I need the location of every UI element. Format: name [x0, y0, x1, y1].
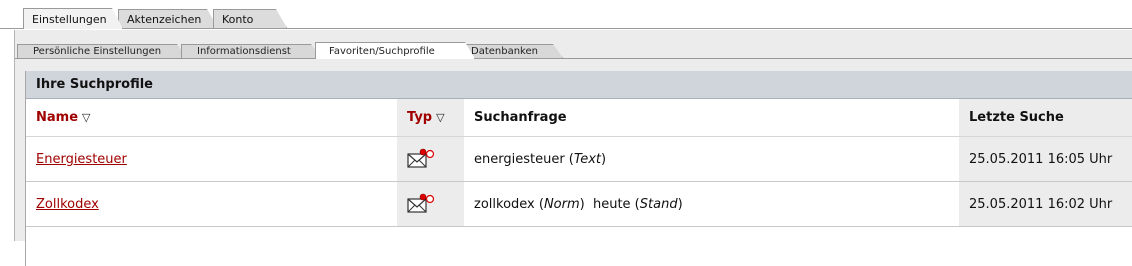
tab-einstellungen[interactable]: Einstellungen — [23, 8, 123, 29]
profile-name-cell: Zollkodex — [26, 181, 397, 227]
column-header-name[interactable]: Name ▽ — [26, 99, 397, 137]
query-term: zollkodex — [474, 196, 535, 212]
profile-last-search-cell: 25.05.2011 16:02 Uhr — [959, 181, 1132, 227]
mail-notification-icon[interactable] — [407, 148, 435, 170]
profile-name-link[interactable]: Energiesteuer — [36, 152, 127, 167]
sort-descending-icon[interactable]: ▽ — [82, 111, 90, 124]
query-text: ) — [677, 196, 683, 212]
profile-type-cell — [397, 136, 464, 182]
profile-name-cell: Energiesteuer — [26, 136, 397, 182]
sort-descending-icon[interactable]: ▽ — [436, 111, 444, 124]
profile-type-cell — [397, 181, 464, 227]
query-field: Stand — [639, 196, 678, 212]
sub-tab-bar: Persönliche Einstellungen Informationsdi… — [15, 41, 1132, 59]
tab-informationsdienst[interactable]: Informationsdienst — [181, 44, 321, 58]
profile-query-cell: energiesteuer (Text) — [464, 136, 959, 182]
profile-query-cell: zollkodex (Norm) heute (Stand) — [464, 181, 959, 227]
query-text: ) — [601, 151, 607, 167]
mail-notification-icon[interactable] — [407, 193, 435, 215]
tab-favoriten-suchprofile[interactable]: Favoriten/Suchprofile — [315, 42, 475, 59]
query-text: ( — [534, 196, 544, 212]
column-header-type[interactable]: Typ ▽ — [397, 99, 464, 137]
column-label-name: Name — [36, 110, 79, 125]
search-profiles-panel: Ihre Suchprofile Name ▽ Typ ▽ Suchanfrage … — [25, 71, 1132, 266]
table-row: Energiesteuer energiesteuer (Text) 25.05… — [26, 136, 1132, 182]
column-label-type: Typ — [407, 110, 433, 125]
main-tab-bar: Einstellungen Aktenzeichen Konto — [0, 0, 1132, 29]
query-term: energiesteuer — [474, 151, 565, 167]
settings-area: Persönliche Einstellungen Informationsdi… — [14, 30, 1132, 266]
profile-name-link[interactable]: Zollkodex — [36, 197, 99, 212]
panel-title: Ihre Suchprofile — [26, 71, 1132, 99]
tab-persoenliche-einstellungen[interactable]: Persönliche Einstellungen — [17, 44, 187, 58]
table-header-row: Name ▽ Typ ▽ Suchanfrage Letzte Suche — [26, 99, 1132, 137]
table-row: Zollkodex zollkodex (Norm) heute (Stand)… — [26, 181, 1132, 227]
tab-konto[interactable]: Konto — [213, 9, 287, 28]
query-field: Norm — [543, 196, 580, 212]
column-header-last-search: Letzte Suche — [959, 99, 1132, 137]
profile-last-search-cell: 25.05.2011 16:05 Uhr — [959, 136, 1132, 182]
query-text: ) heute ( — [579, 196, 640, 212]
tab-aktenzeichen[interactable]: Aktenzeichen — [118, 9, 218, 28]
query-text: ( — [564, 151, 574, 167]
column-header-query: Suchanfrage — [464, 99, 959, 137]
query-field: Text — [573, 151, 602, 167]
search-profiles-table: Name ▽ Typ ▽ Suchanfrage Letzte Suche Ener… — [26, 99, 1132, 227]
